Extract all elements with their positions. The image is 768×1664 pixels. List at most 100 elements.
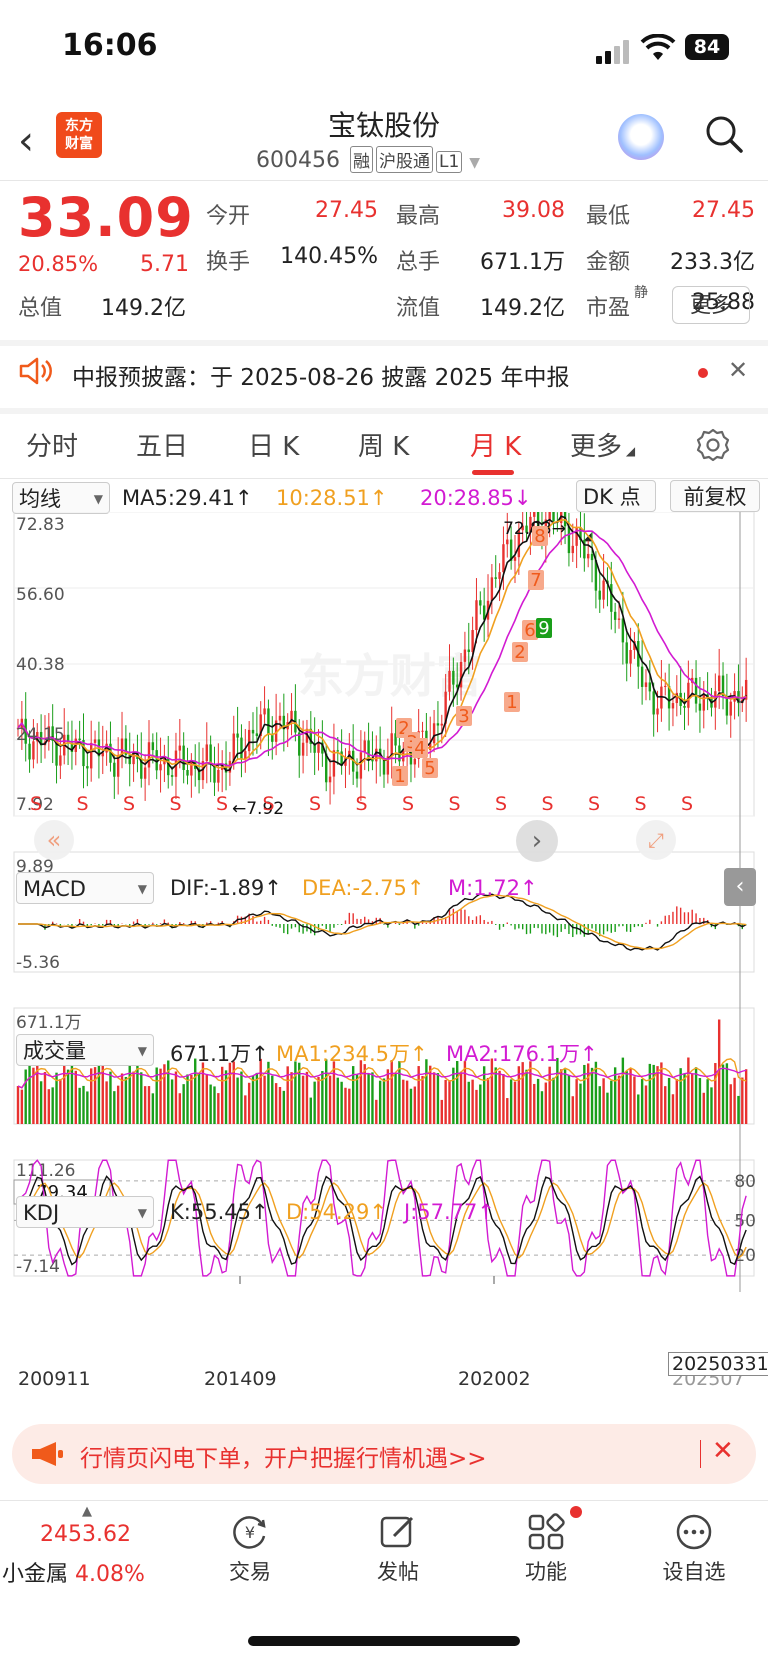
post-icon[interactable] xyxy=(378,1512,418,1552)
tab-more[interactable]: 更多 ◢ xyxy=(570,426,635,463)
dk-point-button[interactable]: DK 点 ◢ xyxy=(576,480,656,543)
candle-body xyxy=(533,512,536,517)
volume-bar xyxy=(432,1072,436,1124)
stock-code: 600456 xyxy=(256,148,340,173)
candle-body xyxy=(506,539,509,545)
volume-bar xyxy=(560,1069,563,1124)
volume-bar xyxy=(74,1070,77,1124)
tab-daily-k[interactable]: 日 K xyxy=(248,426,299,463)
apps-icon[interactable] xyxy=(526,1512,566,1552)
sell-marker: S xyxy=(216,793,228,815)
candle-body xyxy=(448,670,451,692)
volume-bar xyxy=(521,1062,524,1124)
notice-text[interactable]: 中报预披露：于 2025-08-26 披露 2025 年中报 xyxy=(72,358,569,392)
divider xyxy=(0,408,768,414)
volume-bar xyxy=(170,1079,174,1124)
candle-body xyxy=(494,577,497,579)
candle-body xyxy=(298,732,301,756)
candle-body xyxy=(567,526,571,554)
quote-value: 27.45 xyxy=(692,198,755,223)
expand-icon[interactable]: ⤢ xyxy=(636,820,676,860)
nav-trade[interactable]: 交易 xyxy=(205,1556,295,1586)
volume-bar xyxy=(186,1074,189,1124)
nav-set-watchlist[interactable]: 设自选 xyxy=(649,1556,739,1586)
candle-body xyxy=(629,649,632,664)
macd-selector[interactable]: MACD ▼ xyxy=(16,872,154,904)
status-time: 16:06 xyxy=(62,28,158,63)
volume-bar xyxy=(440,1099,443,1124)
candle-body xyxy=(336,750,339,752)
volume-bar xyxy=(506,1098,509,1124)
candle-body xyxy=(186,769,189,776)
candle-body xyxy=(683,705,686,708)
nav-post[interactable]: 发帖 xyxy=(353,1556,443,1586)
promo-text[interactable]: 行情页闪电下单，开户把握行情机遇>> xyxy=(80,1439,487,1473)
candle-body xyxy=(120,738,124,755)
volume-bar xyxy=(116,1085,120,1124)
volume-bar xyxy=(617,1075,621,1124)
tab-weekly-k[interactable]: 周 K xyxy=(358,426,409,463)
close-icon[interactable]: ✕ xyxy=(712,1436,734,1466)
volume-bar xyxy=(675,1079,678,1124)
candle-body xyxy=(332,750,336,777)
candle-body xyxy=(113,762,116,777)
close-icon[interactable]: ✕ xyxy=(728,356,748,384)
volume-bar xyxy=(571,1096,574,1124)
more-dots-icon[interactable] xyxy=(674,1512,714,1552)
candle-body xyxy=(602,580,605,600)
volume-bar xyxy=(278,1086,282,1124)
volume-selector[interactable]: 成交量 ▼ xyxy=(16,1034,154,1066)
chevron-right-icon[interactable]: › xyxy=(516,820,558,862)
kdj-level-label: 80 xyxy=(734,1172,756,1192)
volume-bar xyxy=(660,1062,663,1124)
kline-chart[interactable]: 东方财富72.8356.6040.3824.157.9272.83→←7.92S… xyxy=(0,512,768,1412)
volume-bar xyxy=(274,1083,278,1124)
sell-marker: S xyxy=(355,793,367,815)
volume-bar xyxy=(671,1094,675,1124)
volume-bar xyxy=(247,1082,251,1124)
nav-functions[interactable]: 功能 xyxy=(501,1556,591,1586)
volume-bar xyxy=(475,1089,478,1124)
index-value[interactable]: 2453.62 xyxy=(40,1522,131,1547)
volume-bar xyxy=(463,1061,467,1124)
volume-bar xyxy=(20,1089,24,1124)
volume-bar xyxy=(644,1085,648,1124)
adjust-button[interactable]: 前复权 xyxy=(670,480,760,512)
candle-body xyxy=(598,590,601,600)
trade-icon[interactable]: ¥ xyxy=(230,1512,270,1552)
volume-bar xyxy=(294,1061,297,1124)
pe-type-label: 静 xyxy=(634,285,648,301)
tab-five-day[interactable]: 五日 xyxy=(136,426,188,463)
td-marker: 7 xyxy=(530,570,541,591)
sell-marker: S xyxy=(169,793,181,815)
pe-type-wrapper: 静 xyxy=(634,282,648,311)
td-marker: 1 xyxy=(506,692,517,713)
collapse-panel-icon[interactable]: ‹ xyxy=(724,868,756,906)
macd-y-bottom: -5.36 xyxy=(16,953,60,973)
candle-body xyxy=(251,729,255,734)
index-name: 小金属 xyxy=(2,1562,69,1587)
volume-bar xyxy=(409,1088,413,1124)
kdj-selector[interactable]: KDJ ▼ xyxy=(16,1196,154,1228)
candle-body xyxy=(687,682,690,708)
volume-bar xyxy=(502,1074,505,1124)
caret-up-icon: ▲ xyxy=(82,1504,92,1519)
search-icon[interactable] xyxy=(704,114,744,154)
scroll-left-icon[interactable]: « xyxy=(34,820,74,860)
stock-code-line[interactable]: 600456 融沪股通 L1 ▼ xyxy=(256,146,480,173)
volume-bar xyxy=(640,1079,644,1124)
more-button[interactable]: 更多 xyxy=(672,286,750,324)
badge-dot xyxy=(570,1506,582,1518)
x-label-2: 202002 xyxy=(458,1368,531,1390)
volume-bar xyxy=(606,1092,609,1124)
ma-selector[interactable]: 均线 ▼ xyxy=(12,482,110,514)
tab-monthly-k[interactable]: 月 K xyxy=(470,426,521,463)
index-ticker[interactable]: 小金属 4.08% xyxy=(2,1556,145,1588)
volume-bar xyxy=(679,1068,682,1124)
gear-icon[interactable] xyxy=(696,428,730,462)
tab-intraday[interactable]: 分时 xyxy=(26,426,78,463)
volume-bar xyxy=(63,1058,66,1124)
assistant-avatar-icon[interactable] xyxy=(618,114,664,160)
volume-bar xyxy=(109,1071,112,1124)
ma10-value: 10:28.51↑ xyxy=(276,486,388,510)
